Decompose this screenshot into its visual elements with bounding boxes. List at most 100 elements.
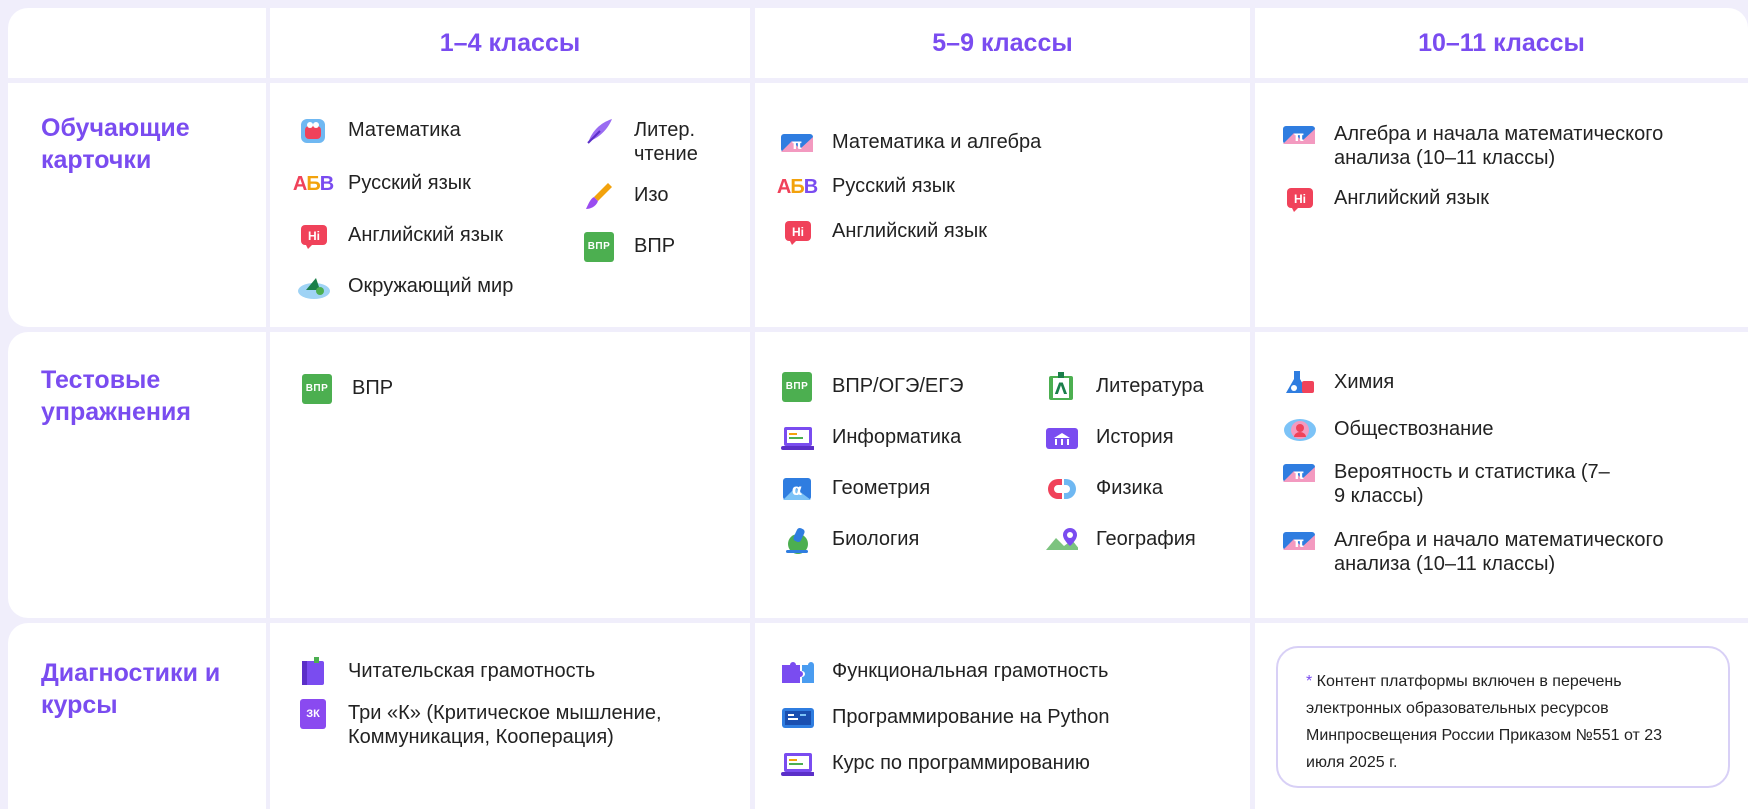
subject-label: Литер. чтение bbox=[634, 119, 698, 165]
subject-link[interactable]: ЗК Три «К» (Критическое мышление, Коммун… bbox=[296, 699, 736, 749]
subject-label: Три «К» (Критическое мышление, Коммуника… bbox=[348, 702, 662, 748]
registry-note: * Контент платформы включен в перечень э… bbox=[1276, 646, 1730, 788]
subject-label: Геометрия bbox=[832, 477, 931, 499]
subject-link[interactable]: Λ Литература bbox=[1044, 372, 1204, 400]
subject-label: Русский язык bbox=[348, 172, 471, 194]
subject-label: Биология bbox=[832, 528, 920, 550]
subject-label: Английский язык bbox=[832, 220, 988, 242]
svg-text:π: π bbox=[792, 138, 802, 153]
subject-link[interactable]: π Алгебра и начала математического анали… bbox=[1282, 122, 1722, 170]
header-grades-5-9: 5–9 классы bbox=[755, 8, 1250, 78]
subject-link[interactable]: α Геометрия bbox=[780, 476, 930, 502]
subject-label: Алгебра и начало математического анализа… bbox=[1334, 529, 1664, 575]
note-text: Контент платформы включен в перечень эле… bbox=[1306, 673, 1663, 771]
cards-g59-cell bbox=[755, 83, 1250, 327]
svg-text:Hi: Hi bbox=[1294, 192, 1306, 206]
subject-label: ВПР bbox=[352, 377, 394, 399]
subject-label: Информатика bbox=[832, 426, 962, 448]
subject-link[interactable]: Изо bbox=[582, 183, 668, 209]
laptop-icon bbox=[780, 751, 814, 777]
vpr-icon: ВПР bbox=[300, 374, 334, 404]
society-icon bbox=[1282, 417, 1316, 443]
subject-link[interactable]: π Вероятность и статистика (7–9 классы) bbox=[1282, 460, 1722, 508]
subject-link[interactable]: π Математика и алгебра bbox=[780, 130, 1041, 156]
subject-link[interactable]: Физика bbox=[1044, 476, 1163, 502]
subject-link[interactable]: Hi Английский язык bbox=[780, 219, 987, 245]
pi-icon: π bbox=[1282, 460, 1316, 486]
subject-label: Физика bbox=[1096, 477, 1164, 499]
subject-label: Окружающий мир bbox=[348, 275, 514, 297]
hi-icon: Hi bbox=[1282, 186, 1316, 212]
subject-label: Математика bbox=[348, 119, 461, 141]
subject-label: ВПР/ОГЭ/ЕГЭ bbox=[832, 375, 964, 397]
subject-link[interactable]: Биология bbox=[780, 527, 920, 554]
subject-label: Читательская грамотность bbox=[348, 660, 596, 682]
subject-label: Функциональная грамотность bbox=[832, 660, 1109, 682]
code-screen-icon bbox=[780, 705, 814, 731]
abv-icon: АБВ bbox=[776, 176, 818, 198]
subject-label: География bbox=[1096, 528, 1196, 550]
hi-icon: Hi bbox=[780, 219, 814, 245]
flask-icon bbox=[1282, 370, 1316, 396]
header-grades-10-11: 10–11 классы bbox=[1255, 8, 1748, 78]
subject-link[interactable]: Обществознание bbox=[1282, 417, 1494, 443]
subject-link[interactable]: География bbox=[1044, 527, 1196, 553]
pi-icon: π bbox=[1282, 122, 1316, 148]
subject-link[interactable]: История bbox=[1044, 425, 1174, 451]
tests-g14-cell bbox=[270, 332, 750, 618]
brush-icon bbox=[582, 183, 616, 209]
subject-link[interactable]: Читательская грамотность bbox=[296, 657, 596, 685]
subject-link[interactable]: π Алгебра и начало математического анали… bbox=[1282, 528, 1722, 576]
hi-icon: Hi bbox=[296, 223, 330, 249]
subject-link[interactable]: ВПР ВПР/ОГЭ/ЕГЭ bbox=[780, 372, 964, 402]
header-grades-1-4: 1–4 классы bbox=[270, 8, 750, 78]
subject-label: История bbox=[1096, 426, 1174, 448]
abv-icon: АБВ bbox=[292, 173, 334, 195]
subject-link[interactable]: Hi Английский язык bbox=[1282, 186, 1489, 212]
feather-icon bbox=[582, 118, 616, 144]
vpr-icon: ВПР bbox=[780, 372, 814, 402]
subject-link[interactable]: Математика bbox=[296, 118, 461, 144]
math-kid-icon bbox=[296, 118, 330, 144]
subject-link[interactable]: Функциональная грамотность bbox=[780, 659, 1108, 685]
row-label-diag: Диагностики и курсы bbox=[41, 659, 221, 719]
subject-label: Вероятность и статистика (7–9 классы) bbox=[1334, 461, 1610, 507]
subject-link[interactable]: Окружающий мир bbox=[296, 274, 513, 300]
header-corner bbox=[8, 8, 266, 78]
subject-link[interactable]: Hi Английский язык bbox=[296, 223, 503, 249]
map-pin-icon bbox=[1044, 527, 1078, 553]
subject-label: Изо bbox=[634, 184, 669, 206]
subject-label: Русский язык bbox=[832, 175, 955, 197]
svg-text:Λ: Λ bbox=[1055, 379, 1068, 398]
subject-link[interactable]: АБВ Русский язык bbox=[776, 174, 955, 200]
magnet-icon bbox=[1044, 476, 1078, 502]
subject-link[interactable]: АБВ Русский язык bbox=[292, 171, 471, 197]
row-label-tests: Тестовые упражнения bbox=[41, 366, 191, 426]
subject-link[interactable]: Программирование на Python bbox=[780, 705, 1110, 731]
subject-label: Курс по программированию bbox=[832, 752, 1090, 774]
subject-label: Программирование на Python bbox=[832, 706, 1110, 728]
zk-icon: ЗК bbox=[296, 699, 330, 729]
subject-label: Английский язык bbox=[1334, 187, 1490, 209]
svg-text:π: π bbox=[1294, 130, 1304, 145]
subject-link[interactable]: ВПР ВПР bbox=[300, 374, 394, 404]
puzzle-icon bbox=[780, 659, 814, 685]
subject-link[interactable]: Курс по программированию bbox=[780, 751, 1090, 777]
subject-link[interactable]: ВПР ВПР bbox=[582, 232, 675, 262]
book-purple-icon bbox=[296, 657, 330, 685]
subject-link[interactable]: Литер. чтение bbox=[582, 118, 732, 166]
subject-label: Химия bbox=[1334, 371, 1395, 393]
svg-text:Hi: Hi bbox=[308, 229, 320, 243]
museum-icon bbox=[1044, 425, 1078, 451]
pi-icon: π bbox=[1282, 528, 1316, 554]
subject-link[interactable]: Информатика bbox=[780, 425, 961, 451]
svg-text:α: α bbox=[792, 481, 802, 499]
svg-text:π: π bbox=[1294, 536, 1304, 551]
subject-label: Алгебра и начала математического анализа… bbox=[1334, 123, 1664, 169]
svg-text:Hi: Hi bbox=[792, 225, 804, 239]
subject-link[interactable]: Химия bbox=[1282, 370, 1394, 396]
row-label-cards: Обучающие карточки bbox=[41, 114, 190, 174]
subject-label: Обществознание bbox=[1334, 418, 1494, 440]
subject-label: Математика и алгебра bbox=[832, 131, 1042, 153]
vpr-icon: ВПР bbox=[582, 232, 616, 262]
